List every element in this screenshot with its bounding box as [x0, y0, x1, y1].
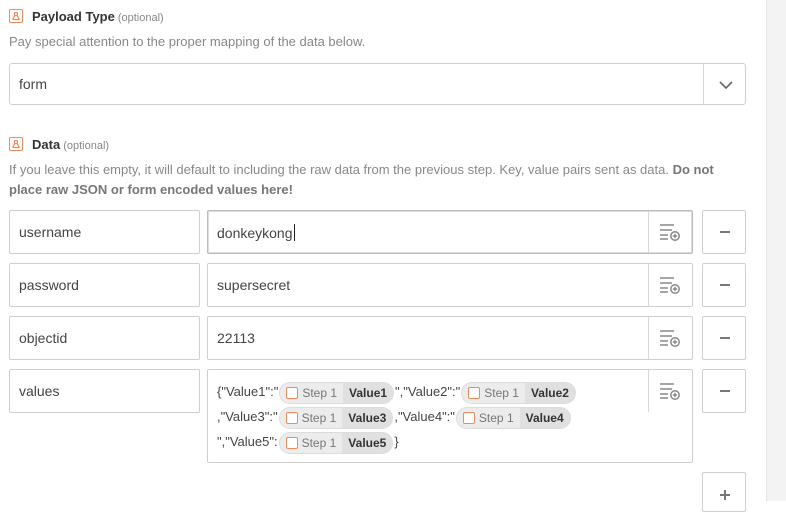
value-text: supersecret [217, 277, 291, 293]
zapier-app-icon [9, 137, 23, 151]
key-input-username[interactable]: username [9, 210, 200, 254]
optional-label: (optional) [63, 140, 110, 152]
minus-icon [720, 390, 730, 392]
value-input-username[interactable]: donkeykong [207, 210, 693, 254]
field-pill[interactable]: Step 1 Value5 [278, 431, 394, 454]
select-divider [703, 64, 704, 104]
key-input-password[interactable]: password [9, 263, 200, 307]
remove-row-button[interactable] [702, 263, 746, 307]
remove-row-button[interactable] [702, 210, 746, 254]
value-input-password[interactable]: supersecret [207, 263, 693, 307]
remove-row-button[interactable] [702, 369, 746, 413]
zapier-app-icon [468, 386, 481, 399]
zapier-app-icon [285, 436, 298, 449]
key-input-values[interactable]: values [9, 369, 200, 413]
value-text: 22113 [217, 330, 255, 346]
payload-type-help: Pay special attention to the proper mapp… [9, 34, 366, 49]
value-input-objectid[interactable]: 22113 [207, 316, 693, 360]
insert-field-icon[interactable] [648, 264, 692, 306]
value-input-values[interactable]: {"Value1":" Step 1 Value1 ","Value2":" Step … [207, 369, 693, 463]
minus-icon [720, 284, 730, 286]
insert-field-icon[interactable] [648, 370, 692, 412]
field-pill[interactable]: Step 1 Value4 [455, 406, 571, 429]
remove-row-button[interactable] [702, 316, 746, 360]
payload-type-label: Payload Type (optional) [32, 9, 164, 24]
minus-icon [720, 337, 730, 339]
insert-field-icon[interactable] [648, 211, 692, 253]
chevron-down-icon[interactable] [718, 77, 734, 98]
zapier-app-icon [286, 386, 299, 399]
field-pill[interactable]: Step 1 Value3 [278, 406, 394, 429]
value-text: donkeykong [217, 225, 293, 241]
data-help: If you leave this empty, it will default… [9, 162, 714, 197]
payload-type-value: form [19, 76, 47, 92]
value-template: {"Value1":" Step 1 Value1 ","Value2":" Step … [217, 379, 647, 454]
right-scroll-gutter [766, 0, 786, 501]
optional-label: (optional) [117, 12, 164, 24]
key-input-objectid[interactable]: objectid [9, 316, 200, 360]
insert-field-icon[interactable] [648, 317, 692, 359]
zapier-app-icon [462, 411, 475, 424]
zapier-app-icon [285, 411, 298, 424]
payload-type-title: Payload Type [32, 9, 115, 24]
minus-icon [720, 231, 730, 233]
payload-type-select[interactable]: form [9, 63, 746, 105]
zapier-app-icon [9, 9, 23, 23]
data-label: Data (optional) [32, 137, 109, 152]
data-title: Data [32, 137, 61, 152]
add-row-button[interactable] [702, 472, 746, 512]
field-pill[interactable]: Step 1 Value2 [461, 381, 576, 404]
field-pill[interactable]: Step 1 Value1 [279, 381, 395, 404]
text-caret [293, 224, 295, 241]
